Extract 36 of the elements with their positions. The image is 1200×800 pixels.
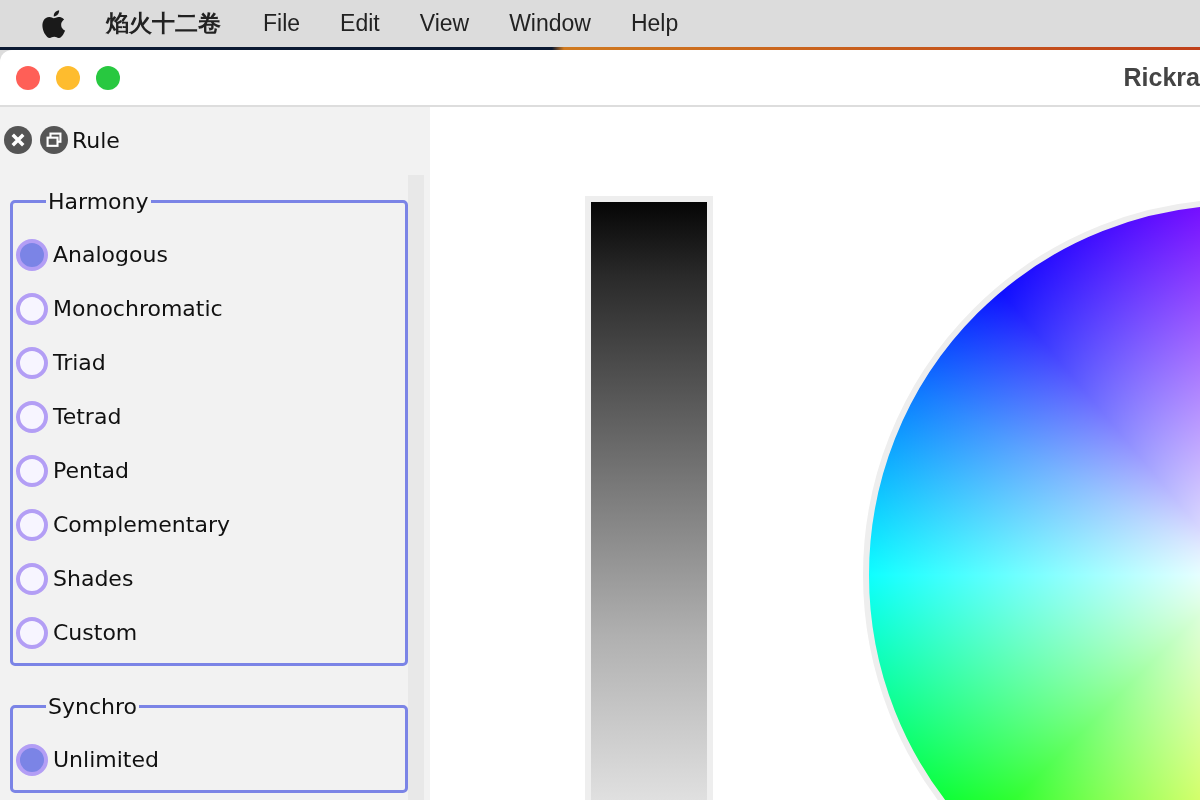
panel-title: Rule (72, 127, 120, 153)
radio-option[interactable]: Pentad (16, 454, 405, 487)
radio-option[interactable]: Monochromatic (16, 292, 405, 325)
radio-button[interactable] (16, 292, 48, 325)
window-title: Rickra (1123, 63, 1200, 92)
radio-button[interactable] (16, 508, 48, 541)
maximize-button[interactable] (96, 65, 120, 90)
menu-item[interactable]: Help (630, 10, 679, 37)
restore-icon[interactable] (40, 126, 68, 154)
scroll-track[interactable] (408, 175, 424, 800)
radio-button[interactable] (16, 346, 48, 379)
radio-option[interactable]: Custom (16, 616, 405, 649)
menu-item[interactable]: Window (509, 10, 591, 37)
radio-option[interactable]: Tetrad (16, 400, 405, 433)
apple-logo-icon[interactable] (40, 8, 66, 39)
menu-item[interactable]: Edit (340, 10, 380, 37)
radio-button[interactable] (16, 454, 48, 487)
radio-button[interactable] (16, 562, 48, 595)
group-title: Synchro (47, 694, 138, 719)
radio-option[interactable]: Unlimited (16, 743, 405, 776)
menu-item[interactable]: View (419, 10, 470, 37)
menu-item[interactable]: File (263, 10, 301, 37)
group-title: Harmony (47, 189, 150, 214)
radio-option[interactable]: Triad (16, 346, 405, 379)
radio-button[interactable] (16, 743, 48, 776)
app-menu[interactable]: 焰火十二卷 (106, 8, 221, 39)
minimize-button[interactable] (56, 65, 80, 90)
close-icon[interactable] (4, 126, 32, 154)
radio-button[interactable] (16, 400, 48, 433)
radio-option[interactable]: Analogous (16, 238, 405, 271)
brightness-bar[interactable] (585, 196, 713, 800)
radio-button[interactable] (16, 238, 48, 271)
radio-option[interactable]: Shades (16, 562, 405, 595)
radio-button[interactable] (16, 616, 48, 649)
close-button[interactable] (16, 65, 40, 90)
radio-option[interactable]: Complementary (16, 508, 405, 541)
